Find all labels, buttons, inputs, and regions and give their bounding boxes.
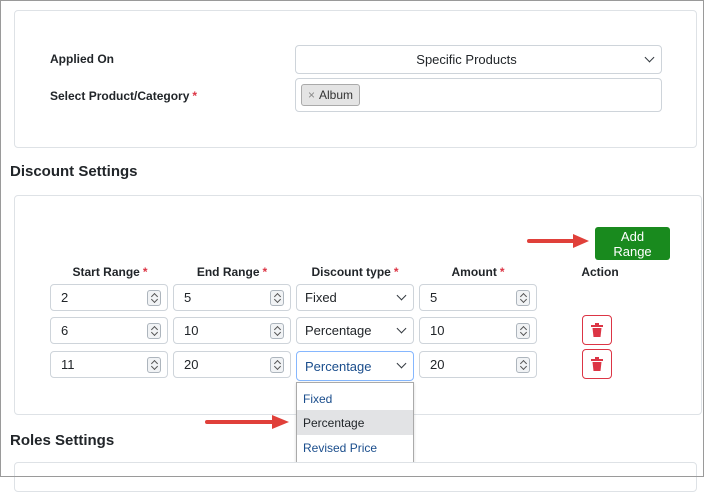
roles-settings-heading: Roles Settings (10, 432, 115, 449)
stepper-icon[interactable] (516, 357, 530, 373)
stepper-icon[interactable] (270, 357, 284, 373)
stepper-icon[interactable] (270, 323, 284, 339)
delete-row-button[interactable] (582, 315, 612, 345)
stepper-icon[interactable] (147, 323, 161, 339)
pointer-arrow-icon (527, 234, 589, 248)
col-discount-type: Discount type * (311, 265, 399, 279)
col-amount: Amount * (451, 265, 505, 279)
product-tag-album: × Album (301, 84, 361, 106)
chevron-down-icon (396, 323, 407, 333)
amount-input[interactable]: 10 (419, 317, 537, 344)
end-range-input[interactable]: 5 (173, 284, 291, 311)
start-range-input[interactable]: 11 (50, 351, 168, 378)
start-range-input[interactable]: 6 (50, 317, 168, 344)
stepper-icon[interactable] (270, 290, 284, 306)
chevron-down-icon (644, 52, 655, 62)
col-start-range: Start Range * (72, 265, 148, 279)
dropdown-option-fixed[interactable]: Fixed (297, 386, 413, 411)
dropdown-option-percentage[interactable]: Percentage (297, 410, 413, 435)
trash-icon (591, 323, 603, 337)
col-action: Action (581, 265, 619, 279)
delete-row-button[interactable] (582, 349, 612, 379)
roles-card (14, 462, 697, 492)
discount-settings-heading: Discount Settings (10, 163, 138, 180)
end-range-input[interactable]: 10 (173, 317, 291, 344)
discount-type-dropdown: Fixed Percentage Revised Price (296, 382, 414, 464)
chevron-down-icon (396, 290, 407, 300)
discount-type-select-open[interactable]: Percentage (296, 351, 414, 381)
product-multiselect[interactable]: × Album (295, 78, 662, 112)
amount-input[interactable]: 20 (419, 351, 537, 378)
applied-on-value: Specific Products (416, 52, 517, 67)
col-end-range: End Range * (196, 265, 268, 279)
discount-type-select[interactable]: Percentage (296, 317, 414, 344)
start-range-input[interactable]: 2 (50, 284, 168, 311)
end-range-input[interactable]: 20 (173, 351, 291, 378)
pointer-arrow-icon (205, 415, 289, 429)
stepper-icon[interactable] (147, 357, 161, 373)
tag-remove-icon[interactable]: × (308, 88, 315, 102)
trash-icon (591, 357, 603, 371)
stepper-icon[interactable] (516, 290, 530, 306)
tag-label: Album (319, 88, 354, 102)
applied-on-label: Applied On (50, 52, 114, 66)
amount-input[interactable]: 5 (419, 284, 537, 311)
select-product-label: Select Product/Category * (50, 89, 198, 103)
stepper-icon[interactable] (516, 323, 530, 339)
chevron-down-icon (396, 358, 407, 369)
discount-type-select[interactable]: Fixed (296, 284, 414, 311)
applied-on-select[interactable]: Specific Products (295, 45, 662, 74)
dropdown-option-revised-price[interactable]: Revised Price (297, 435, 413, 460)
add-range-button[interactable]: Add Range (595, 227, 670, 260)
stepper-icon[interactable] (147, 290, 161, 306)
